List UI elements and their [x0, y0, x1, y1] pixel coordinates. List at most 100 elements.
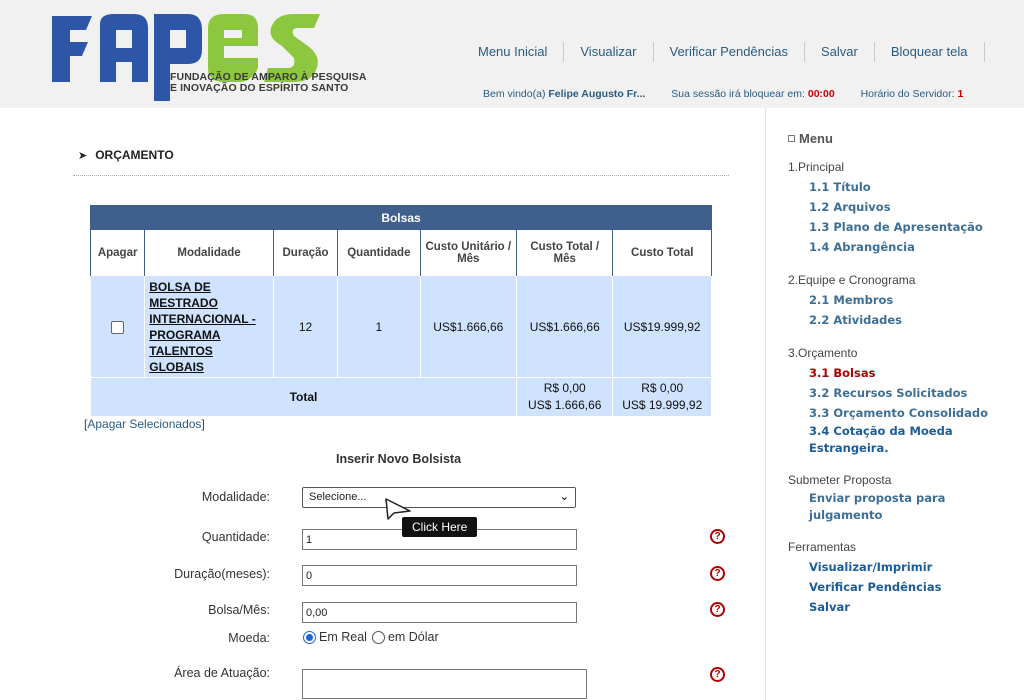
logo-subtitle: FUNDAÇÃO DE AMPARO À PESQUISA E INOVAÇÃO…: [170, 72, 367, 94]
custo-total-cell: US$19.999,92: [612, 275, 712, 378]
nav-bloquear-tela[interactable]: Bloquear tela: [875, 42, 985, 62]
menu-group-title: Submeter Proposta: [788, 473, 892, 487]
menu-group-principal: 1.Principal 1.1 Título 1.2 Arquivos 1.3 …: [788, 160, 1024, 257]
menu-item-visualizar[interactable]: Visualizar/Imprimir: [788, 557, 1024, 577]
menu-item-cotacao[interactable]: 3.4 Cotação da Moeda Estrangeira.: [788, 423, 978, 457]
moeda-label: Moeda:: [228, 631, 270, 645]
user-name: Felipe Augusto Fr...: [548, 88, 646, 100]
logo-subtitle-line2: E INOVAÇÃO DO ESPÍRITO SANTO: [170, 82, 349, 94]
status-bar: Bem vindo(a) Felipe Augusto Fr... Sua se…: [483, 88, 963, 100]
session-timer: 00:00: [807, 88, 835, 100]
menu-title: Menu: [788, 131, 1024, 146]
square-icon: [788, 135, 795, 142]
nav-menu-inicial[interactable]: Menu Inicial: [468, 42, 565, 62]
radio-em-real[interactable]: [303, 630, 316, 644]
col-duracao: Duração: [272, 229, 339, 276]
menu-item-recursos[interactable]: 3.2 Recursos Solicitados: [788, 383, 1024, 403]
menu-item-salvar[interactable]: Salvar: [788, 597, 1024, 617]
nav-verificar-pendencias[interactable]: Verificar Pendências: [654, 42, 806, 62]
col-custo-total-mes: Custo Total / Mês: [515, 229, 614, 276]
total-mes-brl: R$ 0,00: [543, 381, 586, 395]
total-geral-usd: US$ 19.999,92: [622, 398, 703, 412]
help-icon[interactable]: ?: [710, 667, 725, 682]
duracao-label: Duração(meses):: [174, 567, 270, 581]
total-row: Total R$ 0,00 US$ 1.666,66 R$ 0,00 US$ 1…: [90, 377, 712, 417]
menu-item-membros[interactable]: 2.1 Membros: [788, 290, 1024, 310]
total-label: Total: [90, 377, 517, 417]
area-atuacao-textarea[interactable]: [302, 669, 587, 699]
area-label: Área de Atuação:: [174, 666, 270, 680]
col-apagar: Apagar: [89, 229, 146, 276]
server-time: 1: [957, 88, 964, 100]
bolsa-field[interactable]: 0,00: [302, 602, 577, 623]
row-checkbox-cell: [89, 275, 146, 378]
duracao-cell: 12: [272, 275, 339, 378]
nav-visualizar[interactable]: Visualizar: [564, 42, 654, 62]
delete-selected: [Apagar Selecionados]: [84, 417, 205, 431]
menu-item-enviar[interactable]: Enviar proposta para julgamento: [788, 490, 958, 524]
total-geral-cell: R$ 0,00 US$ 19.999,92: [612, 377, 712, 417]
nav-salvar[interactable]: Salvar: [805, 42, 875, 62]
total-geral-brl: R$ 0,00: [641, 381, 684, 395]
table-caption: Bolsas: [90, 205, 712, 230]
cursor-pointer-icon: [385, 498, 411, 520]
menu-group-title: 2.Equipe e Cronograma: [788, 273, 916, 287]
table-row: BOLSA DE MESTRADO INTERNACIONAL - PROGRA…: [89, 275, 712, 378]
divider: [73, 175, 729, 176]
menu-group-orcamento: 3.Orçamento 3.1 Bolsas 3.2 Recursos Soli…: [788, 346, 1024, 457]
menu-group-title: Ferramentas: [788, 540, 857, 554]
duracao-field[interactable]: 0: [302, 565, 577, 586]
modalidade-link[interactable]: BOLSA DE MESTRADO INTERNACIONAL - PROGRA…: [149, 280, 255, 374]
delete-checkbox[interactable]: [111, 320, 125, 334]
menu-group-ferramentas: Ferramentas Visualizar/Imprimir Verifica…: [788, 540, 1024, 617]
col-quantidade: Quantidade: [337, 229, 421, 276]
bolsa-label: Bolsa/Mês:: [208, 603, 270, 617]
tooltip: Click Here: [402, 517, 478, 537]
menu-group-title: 1.Principal: [788, 160, 845, 174]
col-custo-total: Custo Total: [612, 229, 712, 276]
menu-item-titulo[interactable]: 1.1 Título: [788, 177, 1024, 197]
radio-em-dolar[interactable]: [371, 630, 385, 644]
total-mes-usd: US$ 1.666,66: [528, 398, 602, 412]
menu-item-orcamento-consolidado[interactable]: 3.3 Orçamento Consolidado: [788, 403, 1024, 423]
menu-group-submeter: Submeter Proposta Enviar proposta para j…: [788, 473, 1024, 524]
custo-total-mes-cell: US$1.666,66: [515, 275, 614, 378]
form-title: Inserir Novo Bolsista: [336, 452, 462, 466]
quantidade-cell: 1: [337, 275, 421, 378]
modalidade-select[interactable]: Selecione... ⌄: [302, 487, 576, 508]
total-mes-cell: R$ 0,00 US$ 1.666,66: [515, 377, 614, 417]
menu-item-bolsas[interactable]: 3.1 Bolsas: [788, 363, 1024, 383]
menu-item-atividades[interactable]: 2.2 Atividades: [788, 310, 1024, 330]
help-icon[interactable]: ?: [710, 566, 725, 581]
menu-group-title: 3.Orçamento: [788, 346, 858, 360]
arrow-right-icon: ➤: [78, 149, 88, 162]
col-custo-unitario: Custo Unitário / Mês: [419, 229, 518, 276]
chevron-down-icon: ⌄: [559, 491, 569, 503]
radio-em-real-label: Em Real: [319, 630, 367, 644]
section-title-text: ORÇAMENTO: [95, 148, 174, 162]
custo-unitario-cell: US$1.666,66: [419, 275, 518, 378]
help-icon[interactable]: ?: [710, 529, 725, 544]
bolsas-table: Bolsas Apagar Modalidade Duração Quantid…: [89, 205, 712, 417]
welcome-text: Bem vindo(a): [483, 88, 546, 100]
menu-item-plano[interactable]: 1.3 Plano de Apresentação: [788, 217, 1024, 237]
menu-item-verificar[interactable]: Verificar Pendências: [788, 577, 1024, 597]
server-time-label: Horário do Servidor:: [860, 88, 955, 100]
menu-group-equipe: 2.Equipe e Cronograma 2.1 Membros 2.2 At…: [788, 273, 1024, 330]
modalidade-label: Modalidade:: [201, 490, 270, 504]
radio-em-dolar-label: em Dólar: [387, 630, 439, 644]
section-title: ➤ ORÇAMENTO: [78, 148, 174, 162]
modalidade-selected: Selecione...: [309, 491, 367, 503]
col-modalidade: Modalidade: [144, 229, 274, 276]
modalidade-cell: BOLSA DE MESTRADO INTERNACIONAL - PROGRA…: [144, 275, 274, 378]
vertical-divider: [765, 108, 766, 700]
moeda-options: Em Real em Dólar: [303, 630, 439, 644]
delete-selected-link[interactable]: Apagar Selecionados: [87, 417, 201, 431]
side-menu: Menu 1.Principal 1.1 Título 1.2 Arquivos…: [788, 131, 1024, 617]
menu-item-abrangencia[interactable]: 1.4 Abrangência: [788, 237, 1024, 257]
menu-item-arquivos[interactable]: 1.2 Arquivos: [788, 197, 1024, 217]
header: FUNDAÇÃO DE AMPARO À PESQUISA E INOVAÇÃO…: [0, 0, 1024, 108]
session-label: Sua sessão irá bloquear em:: [671, 88, 805, 100]
menu-title-text: Menu: [799, 131, 833, 146]
help-icon[interactable]: ?: [710, 602, 725, 617]
